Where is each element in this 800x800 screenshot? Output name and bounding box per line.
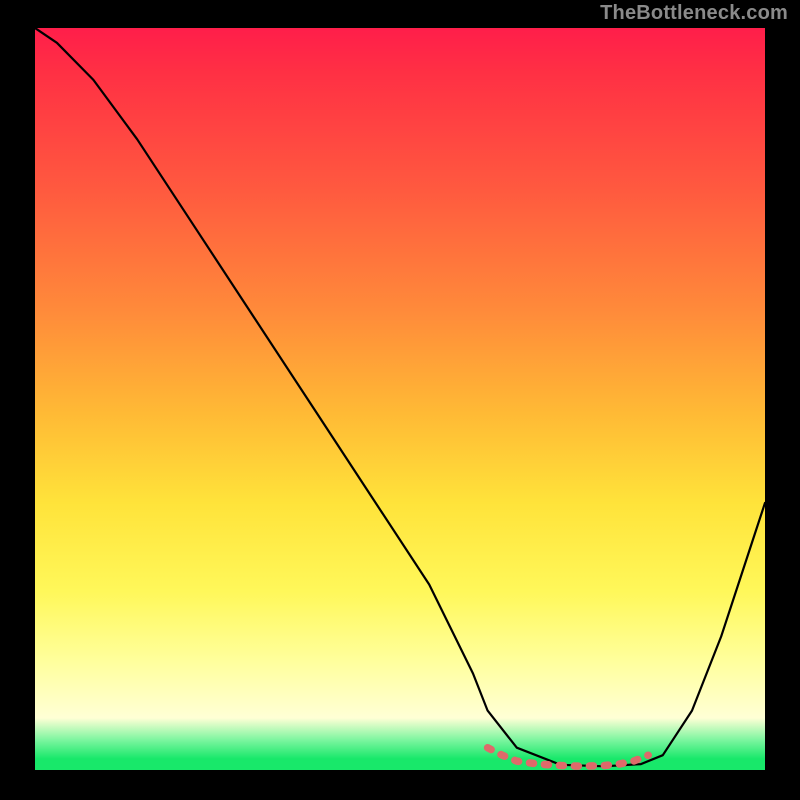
plot-area <box>35 28 765 770</box>
watermark-text: TheBottleneck.com <box>600 2 788 25</box>
bottleneck-curve-path <box>35 28 765 766</box>
curve-layer <box>35 28 765 770</box>
chart-frame: TheBottleneck.com <box>0 0 800 800</box>
optimal-segment-path <box>488 748 649 767</box>
